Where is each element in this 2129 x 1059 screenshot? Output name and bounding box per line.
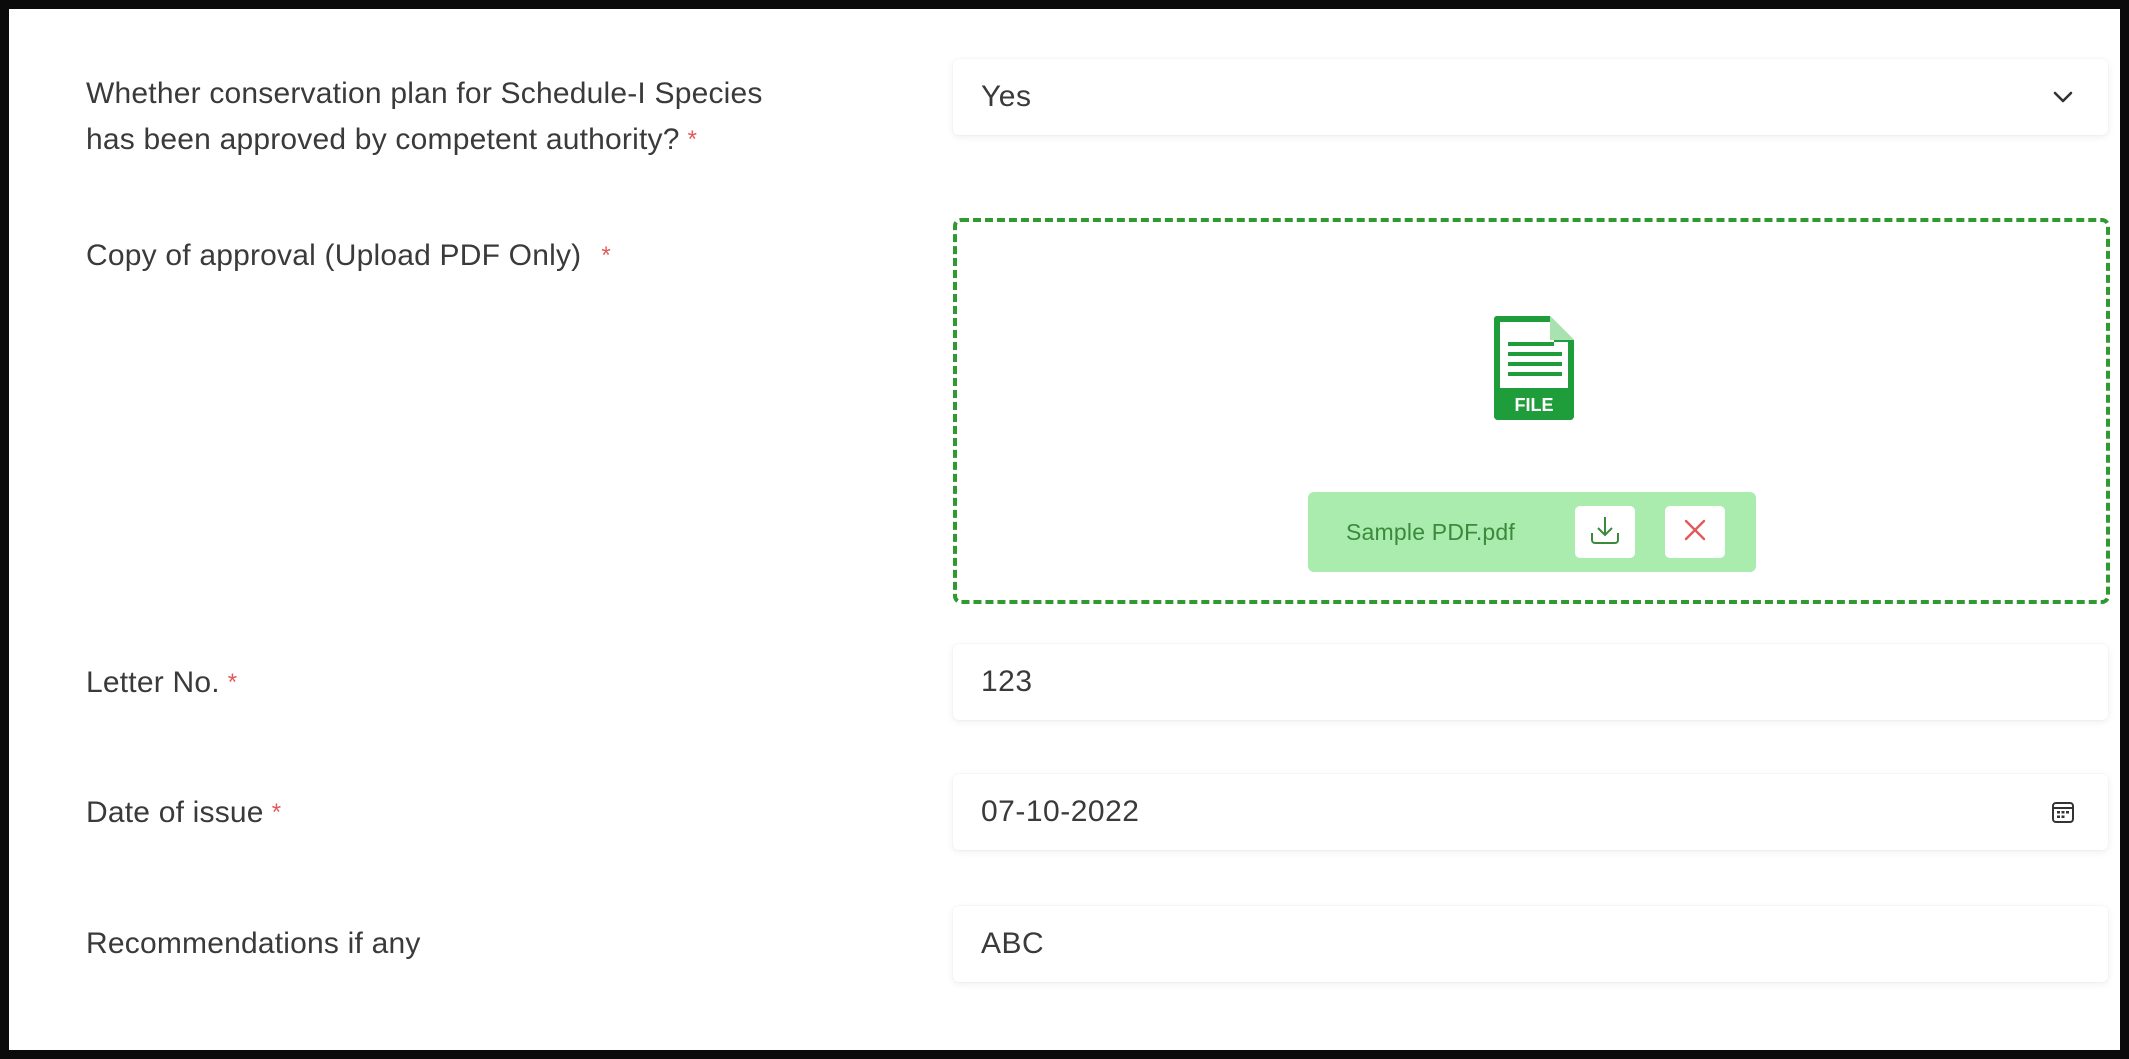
upload-dropzone[interactable]: FILE Sample PDF.pdf <box>953 218 2110 604</box>
conservation-plan-selected-value: Yes <box>981 80 1032 113</box>
required-marker: * <box>601 242 611 269</box>
recommendations-value: ABC <box>981 927 1045 960</box>
recommendations-input[interactable]: ABC <box>953 906 2108 982</box>
recommendations-label: Recommendations if any <box>86 921 421 967</box>
file-icon: FILE <box>1490 312 1578 424</box>
conservation-plan-label-line2: has been approved by competent authority… <box>86 123 680 156</box>
file-icon-text: FILE <box>1515 395 1554 415</box>
download-button[interactable] <box>1575 506 1635 558</box>
chevron-down-icon[interactable] <box>2048 82 2078 112</box>
date-of-issue-input[interactable]: 07-10-2022 <box>953 774 2108 850</box>
calendar-icon[interactable] <box>2048 797 2078 827</box>
recommendations-label-text: Recommendations if any <box>86 927 421 960</box>
approval-copy-label: Copy of approval (Upload PDF Only) * <box>86 233 611 279</box>
letter-no-label: Letter No. * <box>86 660 237 706</box>
required-marker: * <box>271 799 282 826</box>
conservation-plan-select[interactable]: Yes <box>953 59 2108 135</box>
uploaded-file-chip: Sample PDF.pdf <box>1308 492 1756 572</box>
letter-no-value: 123 <box>981 665 1033 698</box>
letter-no-label-text: Letter No. <box>86 666 220 699</box>
required-marker: * <box>227 669 238 696</box>
uploaded-file-name: Sample PDF.pdf <box>1346 518 1515 545</box>
required-marker: * <box>687 126 698 153</box>
form-panel: Whether conservation plan for Schedule-I… <box>0 0 2129 1059</box>
download-icon <box>1588 513 1622 552</box>
conservation-plan-label: Whether conservation plan for Schedule-I… <box>86 71 763 163</box>
date-of-issue-label-text: Date of issue <box>86 796 264 829</box>
date-of-issue-label: Date of issue * <box>86 790 281 836</box>
close-icon <box>1682 517 1708 548</box>
approval-copy-label-text: Copy of approval (Upload PDF Only) <box>86 239 582 272</box>
conservation-plan-label-line1: Whether conservation plan for Schedule-I… <box>86 77 763 110</box>
letter-no-input[interactable]: 123 <box>953 644 2108 720</box>
remove-file-button[interactable] <box>1665 506 1725 558</box>
date-of-issue-value: 07-10-2022 <box>981 795 1140 828</box>
